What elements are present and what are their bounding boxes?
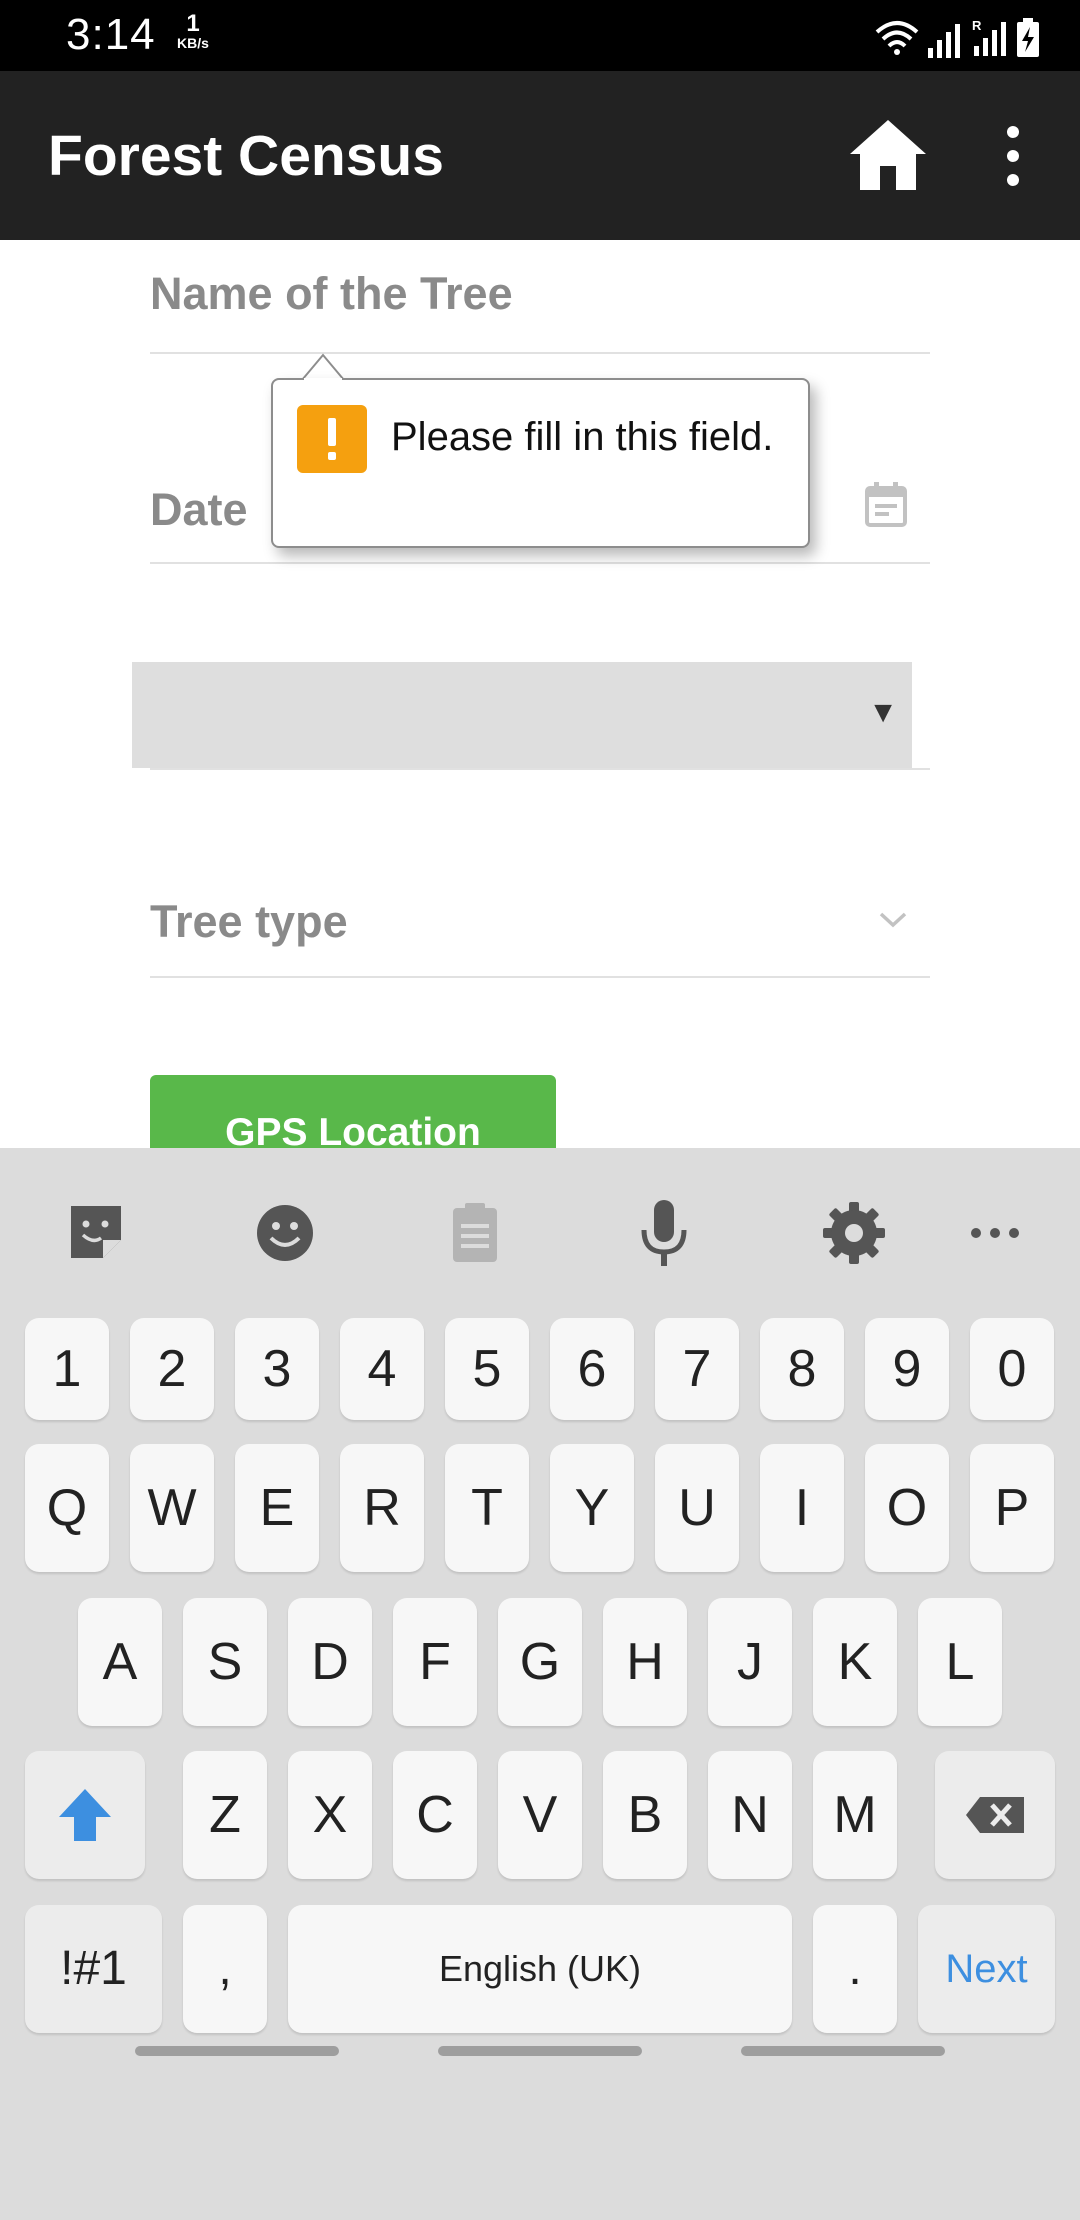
key-l[interactable]: L [918, 1598, 1002, 1726]
key-r[interactable]: R [340, 1444, 424, 1572]
key-b[interactable]: B [603, 1751, 687, 1879]
network-speed: 1 KB/s [170, 10, 216, 51]
sticker-icon[interactable] [61, 1198, 131, 1268]
next-key[interactable]: Next [918, 1905, 1055, 2033]
key-c[interactable]: C [393, 1751, 477, 1879]
app-bar: Forest Census [0, 71, 1080, 240]
nav-gesture-left[interactable] [135, 2046, 339, 2056]
key-7[interactable]: 7 [655, 1318, 739, 1420]
key-5[interactable]: 5 [445, 1318, 529, 1420]
nav-gesture-right[interactable] [741, 2046, 945, 2056]
key-9[interactable]: 9 [865, 1318, 949, 1420]
key-j[interactable]: J [708, 1598, 792, 1726]
tooltip-message: Please fill in this field. [391, 415, 774, 459]
home-icon[interactable] [846, 114, 930, 198]
key-k[interactable]: K [813, 1598, 897, 1726]
key-3[interactable]: 3 [235, 1318, 319, 1420]
symbols-key[interactable]: !#1 [25, 1905, 162, 2033]
tree-name-field[interactable]: Name of the Tree [150, 240, 930, 354]
network-speed-unit: KB/s [177, 35, 209, 51]
key-q[interactable]: Q [25, 1444, 109, 1572]
keyboard-toolbar [0, 1148, 1080, 1318]
status-bar: 3:14 1 KB/s R [0, 0, 1080, 71]
key-h[interactable]: H [603, 1598, 687, 1726]
more-vert-icon[interactable] [990, 114, 1036, 198]
settings-icon[interactable] [819, 1198, 889, 1268]
battery-charging-icon [1017, 18, 1039, 57]
tree-name-placeholder: Name of the Tree [150, 268, 513, 319]
key-i[interactable]: I [760, 1444, 844, 1572]
key-f[interactable]: F [393, 1598, 477, 1726]
svg-text:R: R [972, 18, 982, 33]
soft-keyboard: 1 2 3 4 5 6 7 8 9 0 Q W E R T Y U I O P … [0, 1148, 1080, 2220]
key-o[interactable]: O [865, 1444, 949, 1572]
divider [150, 768, 930, 770]
period-key[interactable]: . [813, 1905, 897, 2033]
dropdown-arrow-icon: ▼ [868, 696, 898, 729]
comma-key[interactable]: , [183, 1905, 267, 2033]
key-z[interactable]: Z [183, 1751, 267, 1879]
wifi-icon [875, 21, 919, 55]
tree-type-placeholder: Tree type [150, 896, 348, 947]
roaming-signal-icon: R [972, 18, 1006, 56]
dropdown-select[interactable]: ▼ [132, 662, 912, 768]
tooltip-pointer-joint [304, 378, 342, 382]
shift-icon [59, 1789, 111, 1841]
backspace-key[interactable] [935, 1751, 1055, 1879]
key-s[interactable]: S [183, 1598, 267, 1726]
nav-gesture-home[interactable] [438, 2046, 642, 2056]
key-4[interactable]: 4 [340, 1318, 424, 1420]
emoji-icon[interactable] [250, 1198, 320, 1268]
key-2[interactable]: 2 [130, 1318, 214, 1420]
status-time: 3:14 [66, 10, 156, 59]
key-n[interactable]: N [708, 1751, 792, 1879]
backspace-icon [966, 1797, 1024, 1833]
key-p[interactable]: P [970, 1444, 1054, 1572]
key-6[interactable]: 6 [550, 1318, 634, 1420]
date-label: Date [150, 484, 248, 535]
key-0[interactable]: 0 [970, 1318, 1054, 1420]
key-1[interactable]: 1 [25, 1318, 109, 1420]
key-w[interactable]: W [130, 1444, 214, 1572]
shift-key[interactable] [25, 1751, 145, 1879]
key-y[interactable]: Y [550, 1444, 634, 1572]
key-u[interactable]: U [655, 1444, 739, 1572]
key-e[interactable]: E [235, 1444, 319, 1572]
key-t[interactable]: T [445, 1444, 529, 1572]
status-icons: R [874, 14, 1040, 58]
key-g[interactable]: G [498, 1598, 582, 1726]
key-a[interactable]: A [78, 1598, 162, 1726]
key-m[interactable]: M [813, 1751, 897, 1879]
more-horiz-icon[interactable] [960, 1198, 1030, 1268]
space-key[interactable]: English (UK) [288, 1905, 792, 2033]
clipboard-icon[interactable] [440, 1198, 510, 1268]
key-x[interactable]: X [288, 1751, 372, 1879]
key-v[interactable]: V [498, 1751, 582, 1879]
signal-icon [928, 24, 960, 58]
app-title: Forest Census [48, 124, 444, 188]
key-d[interactable]: D [288, 1598, 372, 1726]
tooltip-pointer [302, 353, 344, 381]
warning-icon [297, 405, 367, 473]
chevron-down-icon [879, 912, 907, 928]
tree-type-select[interactable]: Tree type [150, 860, 930, 978]
calendar-icon[interactable] [864, 482, 908, 528]
validation-tooltip: Please fill in this field. [271, 378, 810, 548]
key-8[interactable]: 8 [760, 1318, 844, 1420]
microphone-icon[interactable] [629, 1198, 699, 1268]
network-speed-value: 1 [186, 10, 200, 37]
